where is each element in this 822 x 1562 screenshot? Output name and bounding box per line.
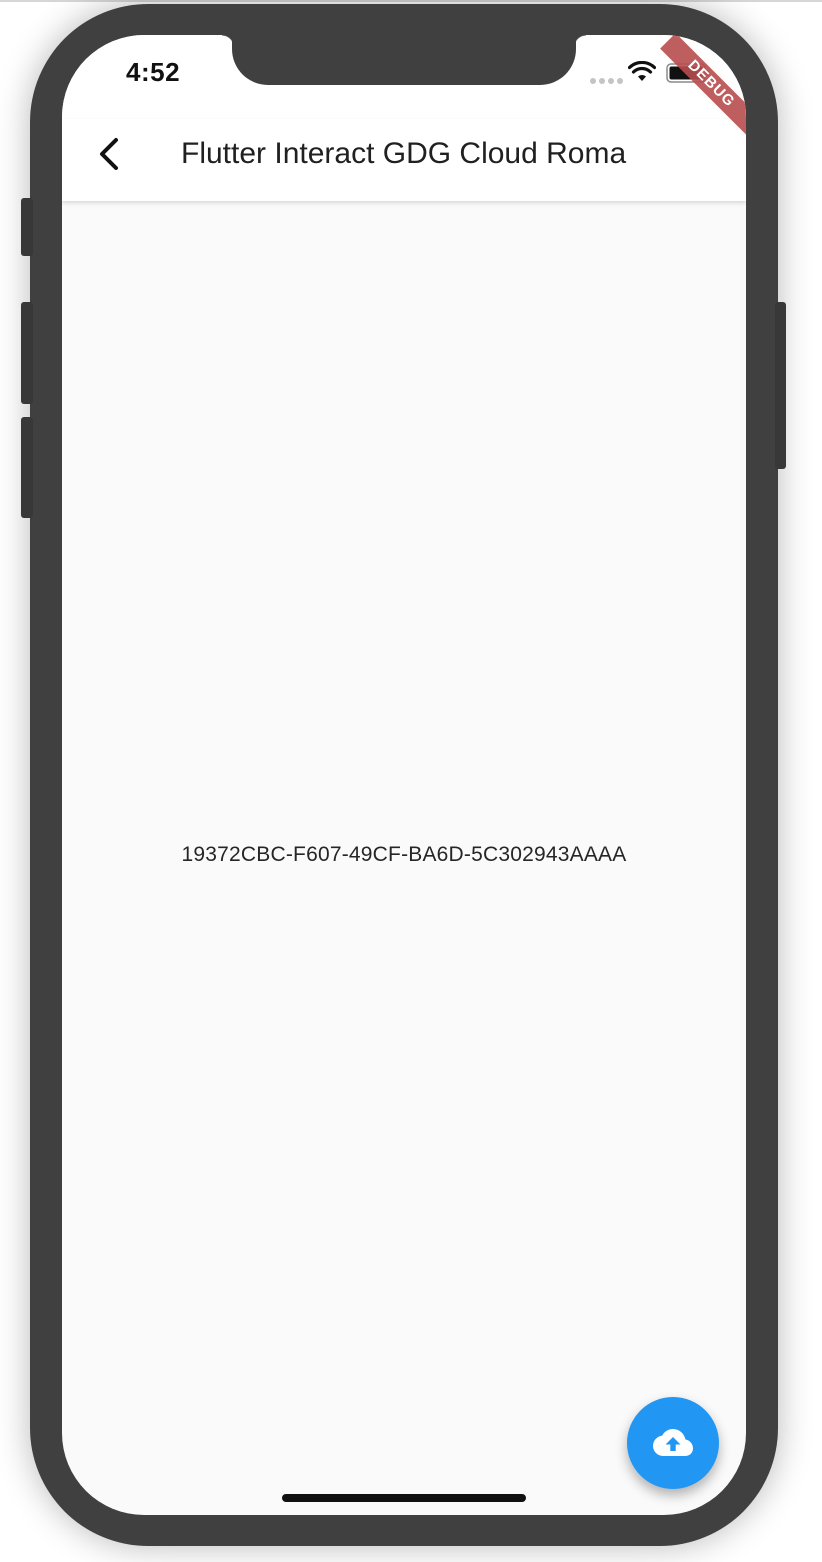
- window-top-border: [0, 0, 822, 2]
- volume-up-button: [21, 302, 33, 404]
- notch-corner-right: [574, 35, 586, 47]
- page-title: Flutter Interact GDG Cloud Roma: [181, 137, 627, 170]
- chevron-left-icon: [100, 138, 118, 170]
- cellular-signal-icon: [590, 78, 623, 84]
- wifi-icon: [628, 61, 656, 81]
- volume-down-button: [21, 417, 33, 518]
- app-bar: Flutter Interact GDG Cloud Roma: [62, 119, 746, 201]
- device-screen: 4:52 Flutter Interact GDG Cloud Roma 193…: [62, 35, 746, 1515]
- identifier-text: 19372CBC-F607-49CF-BA6D-5C302943AAAA: [181, 843, 627, 866]
- back-button[interactable]: [86, 131, 132, 177]
- power-button: [775, 302, 786, 469]
- cloud-upload-icon: [653, 1429, 693, 1456]
- upload-fab-button[interactable]: [627, 1397, 719, 1489]
- silent-switch: [21, 198, 33, 256]
- home-indicator: [282, 1494, 526, 1502]
- status-time: 4:52: [126, 57, 181, 87]
- device-notch: [232, 35, 576, 85]
